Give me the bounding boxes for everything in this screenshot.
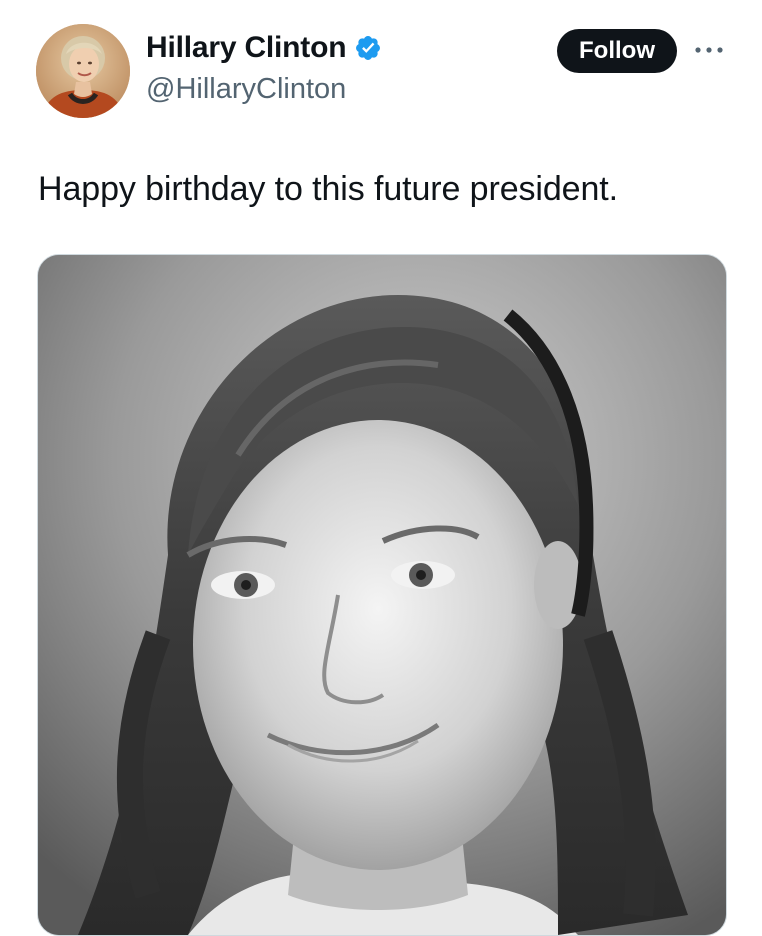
more-horizontal-icon[interactable] [693,38,725,62]
tweet-card[interactable]: Hillary Clinton @HillaryClinton Follow H… [0,0,762,936]
author-display-name[interactable]: Hillary Clinton [146,30,347,66]
avatar[interactable] [36,24,130,118]
author-name-row: Hillary Clinton [146,30,382,66]
verified-badge-icon [354,34,382,62]
portrait-photo [38,255,726,935]
author-handle[interactable]: @HillaryClinton [146,72,346,106]
avatar-photo [36,24,130,118]
tweet-media-photo[interactable] [37,254,727,936]
tweet-text: Happy birthday to this future president. [38,170,618,208]
follow-button[interactable]: Follow [557,29,677,73]
